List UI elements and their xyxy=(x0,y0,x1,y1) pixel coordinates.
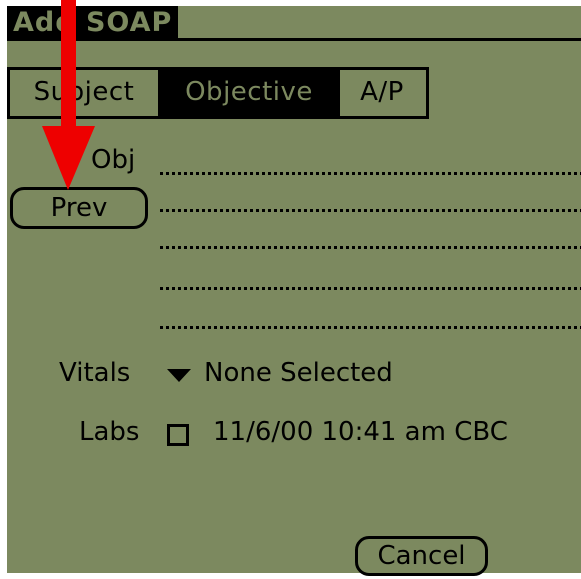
labs-value: 11/6/00 10:41 am CBC xyxy=(213,417,508,447)
notes-line xyxy=(160,287,581,290)
tab-subject[interactable]: Subject xyxy=(10,70,161,116)
tab-bar: Subject Objective A/P xyxy=(7,67,429,119)
notes-line xyxy=(160,246,581,249)
screenshot: Add SOAP Subject Objective A/P Obj Prev … xyxy=(0,0,581,579)
notes-line xyxy=(160,209,581,212)
notes-line xyxy=(160,326,581,329)
prev-button[interactable]: Prev xyxy=(10,187,148,229)
vitals-value: None Selected xyxy=(204,358,393,388)
obj-label: Obj xyxy=(91,145,136,175)
title-divider xyxy=(7,38,581,41)
labs-checkbox[interactable] xyxy=(167,424,189,446)
cancel-button[interactable]: Cancel xyxy=(355,536,488,576)
tab-objective[interactable]: Objective xyxy=(161,70,337,116)
labs-label: Labs xyxy=(79,417,140,447)
form-title: Add SOAP xyxy=(7,6,179,40)
vitals-label: Vitals xyxy=(59,358,131,388)
palm-screen: Add SOAP Subject Objective A/P Obj Prev … xyxy=(7,6,581,576)
notes-line xyxy=(160,172,581,175)
tab-ap[interactable]: A/P xyxy=(337,70,424,116)
dropdown-arrow-icon xyxy=(167,369,191,382)
